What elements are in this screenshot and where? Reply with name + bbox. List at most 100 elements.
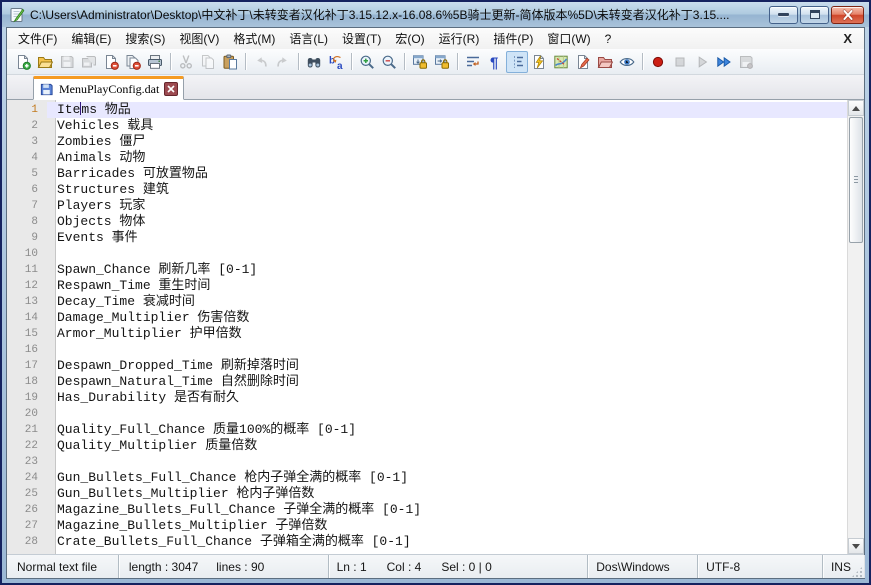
line-text[interactable]: Despawn_Natural_Time 自然删除时间 [47,374,847,390]
line-number[interactable]: 27 [7,518,47,534]
line-text[interactable]: Damage_Multiplier 伤害倍数 [47,310,847,326]
line-number[interactable]: 24 [7,470,47,486]
line-text[interactable]: Armor_Multiplier 护甲倍数 [47,326,847,342]
status-ins-label[interactable]: INS [831,560,851,574]
editor-line-15[interactable]: 15Armor_Multiplier 护甲倍数 [7,326,847,342]
toolbar-button-word-wrap[interactable] [462,51,484,73]
line-text[interactable]: Items 物品 [47,102,847,118]
editor-line-2[interactable]: 2Vehicles 载具 [7,118,847,134]
toolbar-button-save-all[interactable] [78,51,100,73]
toolbar-button-paste[interactable] [219,51,241,73]
toolbar-button-show-indent-guide[interactable] [506,51,528,73]
close-button[interactable] [831,6,864,24]
menu-item-settings[interactable]: 设置(T) [335,28,388,49]
toolbar-button-redo[interactable] [272,51,294,73]
toolbar-button-sync-scroll-horizontal[interactable] [431,51,453,73]
line-text[interactable]: Has_Durability 是否有耐久 [47,390,847,406]
menu-item-search[interactable]: 搜索(S) [118,28,172,49]
line-number[interactable]: 18 [7,374,47,390]
scrollbar-thumb[interactable] [849,117,863,243]
toolbar-button-cut[interactable] [175,51,197,73]
line-text[interactable] [47,342,847,358]
toolbar-button-open-file[interactable] [34,51,56,73]
editor-line-23[interactable]: 23 [7,454,847,470]
editor-line-3[interactable]: 3Zombies 僵尸 [7,134,847,150]
toolbar-button-macro-run-multiple[interactable] [713,51,735,73]
line-number[interactable]: 16 [7,342,47,358]
toolbar-button-undo[interactable] [250,51,272,73]
toolbar-button-new-file[interactable] [12,51,34,73]
line-text[interactable]: Decay_Time 衰减时间 [47,294,847,310]
tab-menuplayconfig[interactable]: MenuPlayConfig.dat [33,76,184,100]
minimize-button[interactable] [769,6,798,24]
toolbar-button-close-all[interactable] [122,51,144,73]
editor-line-25[interactable]: 25Gun_Bullets_Multiplier 枪内子弹倍数 [7,486,847,502]
editor-line-13[interactable]: 13Decay_Time 衰减时间 [7,294,847,310]
line-number[interactable]: 22 [7,438,47,454]
editor-line-10[interactable]: 10 [7,246,847,262]
line-number[interactable]: 6 [7,182,47,198]
toolbar-button-find[interactable] [303,51,325,73]
editor-line-18[interactable]: 18Despawn_Natural_Time 自然删除时间 [7,374,847,390]
line-number[interactable]: 21 [7,422,47,438]
toolbar-button-document-map[interactable] [550,51,572,73]
line-number[interactable]: 20 [7,406,47,422]
menu-item-edit[interactable]: 编辑(E) [64,28,118,49]
line-text[interactable]: Spawn_Chance 刷新几率 [0-1] [47,262,847,278]
line-text[interactable]: Crate_Bullets_Full_Chance 子弹箱全满的概率 [0-1] [47,534,847,550]
resize-grip[interactable] [851,566,863,578]
editor-line-17[interactable]: 17Despawn_Dropped_Time 刷新掉落时间 [7,358,847,374]
line-number[interactable]: 12 [7,278,47,294]
toolbar-button-zoom-out[interactable] [378,51,400,73]
editor-line-6[interactable]: 6Structures 建筑 [7,182,847,198]
line-number[interactable]: 3 [7,134,47,150]
menu-item-window[interactable]: 窗口(W) [540,28,597,49]
editor-line-5[interactable]: 5Barricades 可放置物品 [7,166,847,182]
editor[interactable]: 1Items 物品2Vehicles 载具3Zombies 僵尸4Animals… [7,100,864,554]
line-number[interactable]: 26 [7,502,47,518]
line-text[interactable]: Barricades 可放置物品 [47,166,847,182]
toolbar-button-user-defined-language[interactable] [528,51,550,73]
line-number[interactable]: 14 [7,310,47,326]
editor-line-20[interactable]: 20 [7,406,847,422]
editor-line-26[interactable]: 26Magazine_Bullets_Full_Chance 子弹全满的概率 [… [7,502,847,518]
line-number[interactable]: 23 [7,454,47,470]
line-text[interactable]: Magazine_Bullets_Full_Chance 子弹全满的概率 [0-… [47,502,847,518]
line-text[interactable] [47,454,847,470]
status-eol-format[interactable]: Dos\Windows [588,555,698,578]
line-text[interactable]: Vehicles 载具 [47,118,847,134]
status-encoding[interactable]: UTF-8 [698,555,823,578]
line-number[interactable]: 15 [7,326,47,342]
line-text[interactable]: Gun_Bullets_Full_Chance 枪内子弹全满的概率 [0-1] [47,470,847,486]
menu-item-macro[interactable]: 宏(O) [388,28,431,49]
line-text[interactable]: Gun_Bullets_Multiplier 枪内子弹倍数 [47,486,847,502]
menu-item-view[interactable]: 视图(V) [172,28,226,49]
editor-line-4[interactable]: 4Animals 动物 [7,150,847,166]
toolbar-button-folder-as-workspace[interactable] [594,51,616,73]
line-text[interactable]: Animals 动物 [47,150,847,166]
line-text[interactable]: Players 玩家 [47,198,847,214]
editor-line-9[interactable]: 9Events 事件 [7,230,847,246]
editor-line-8[interactable]: 8Objects 物体 [7,214,847,230]
toolbar-button-copy[interactable] [197,51,219,73]
toolbar-button-macro-stop[interactable] [669,51,691,73]
vertical-scrollbar[interactable] [847,100,864,554]
line-text[interactable]: Structures 建筑 [47,182,847,198]
line-text[interactable]: Objects 物体 [47,214,847,230]
toolbar-button-function-list[interactable] [572,51,594,73]
editor-line-27[interactable]: 27Magazine_Bullets_Multiplier 子弹倍数 [7,518,847,534]
line-text[interactable]: Despawn_Dropped_Time 刷新掉落时间 [47,358,847,374]
line-number[interactable]: 1 [7,102,47,118]
editor-line-7[interactable]: 7Players 玩家 [7,198,847,214]
toolbar-button-close-file[interactable] [100,51,122,73]
menu-item-run[interactable]: 运行(R) [432,28,487,49]
editor-line-24[interactable]: 24Gun_Bullets_Full_Chance 枪内子弹全满的概率 [0-1… [7,470,847,486]
app-icon[interactable] [9,7,25,23]
menu-item-language[interactable]: 语言(L) [282,28,335,49]
line-text[interactable]: Events 事件 [47,230,847,246]
toolbar-button-zoom-in[interactable] [356,51,378,73]
editor-line-19[interactable]: 19Has_Durability 是否有耐久 [7,390,847,406]
line-text[interactable]: Zombies 僵尸 [47,134,847,150]
line-number[interactable]: 13 [7,294,47,310]
line-number[interactable]: 5 [7,166,47,182]
